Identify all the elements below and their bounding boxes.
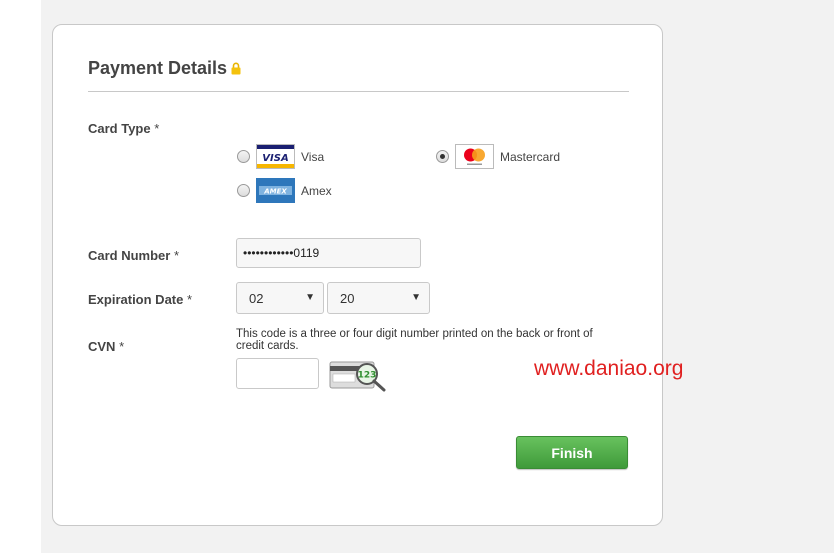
card-type-option-visa[interactable]: VISA Visa [237, 144, 324, 169]
cvn-label: CVN * [88, 339, 124, 354]
card-back-cvn-icon: 123 [329, 361, 386, 392]
radio-mastercard[interactable] [436, 150, 449, 163]
cvn-input[interactable] [236, 358, 319, 389]
required-mark: * [150, 121, 160, 136]
expiration-date-label: Expiration Date * [88, 292, 192, 307]
payment-details-panel: Payment Details Card Type * VISA Visa Ma… [52, 24, 663, 526]
expiration-year-select[interactable]: 20 ▼ [327, 282, 430, 314]
mastercard-logo [455, 144, 494, 169]
card-number-label: Card Number * [88, 248, 179, 263]
expiration-year-value: 20 [340, 290, 355, 306]
card-type-option-mastercard[interactable]: Mastercard [436, 144, 560, 169]
card-type-label-text: Card Type [88, 121, 151, 136]
radio-visa[interactable] [237, 150, 250, 163]
visa-logo: VISA [256, 144, 295, 169]
required-mark: * [115, 339, 125, 354]
svg-text:VISA: VISA [262, 153, 288, 164]
finish-button[interactable]: Finish [516, 436, 628, 469]
visa-option-label: Visa [301, 149, 325, 164]
left-margin [0, 0, 41, 553]
expiration-month-select[interactable]: 02 ▼ [236, 282, 324, 314]
chevron-down-icon: ▼ [411, 292, 421, 303]
cvn-label-text: CVN [88, 339, 116, 354]
card-type-option-amex[interactable]: AMEX Amex [237, 178, 332, 203]
card-type-label: Card Type * [88, 121, 159, 136]
required-mark: * [183, 292, 193, 307]
page-title: Payment Details [88, 58, 228, 78]
header-divider [88, 91, 629, 92]
expiration-date-label-text: Expiration Date [88, 292, 184, 307]
cvn-help-text: This code is a three or four digit numbe… [236, 328, 593, 352]
chevron-down-icon: ▼ [305, 292, 315, 303]
watermark-text: www.daniao.org [534, 357, 684, 380]
radio-amex[interactable] [237, 184, 250, 197]
amex-logo: AMEX [256, 178, 295, 203]
svg-text:AMEX: AMEX [263, 188, 287, 196]
card-number-input[interactable]: ••••••••••••0119 [236, 238, 421, 268]
mastercard-option-label: Mastercard [500, 149, 561, 164]
cvn-icon-text: 123 [358, 371, 377, 381]
card-number-label-text: Card Number [88, 248, 171, 263]
lock-icon [231, 62, 241, 75]
required-mark: * [170, 248, 180, 263]
expiration-month-value: 02 [249, 290, 264, 306]
panel-header: Payment Details [88, 58, 241, 79]
amex-option-label: Amex [301, 183, 332, 198]
